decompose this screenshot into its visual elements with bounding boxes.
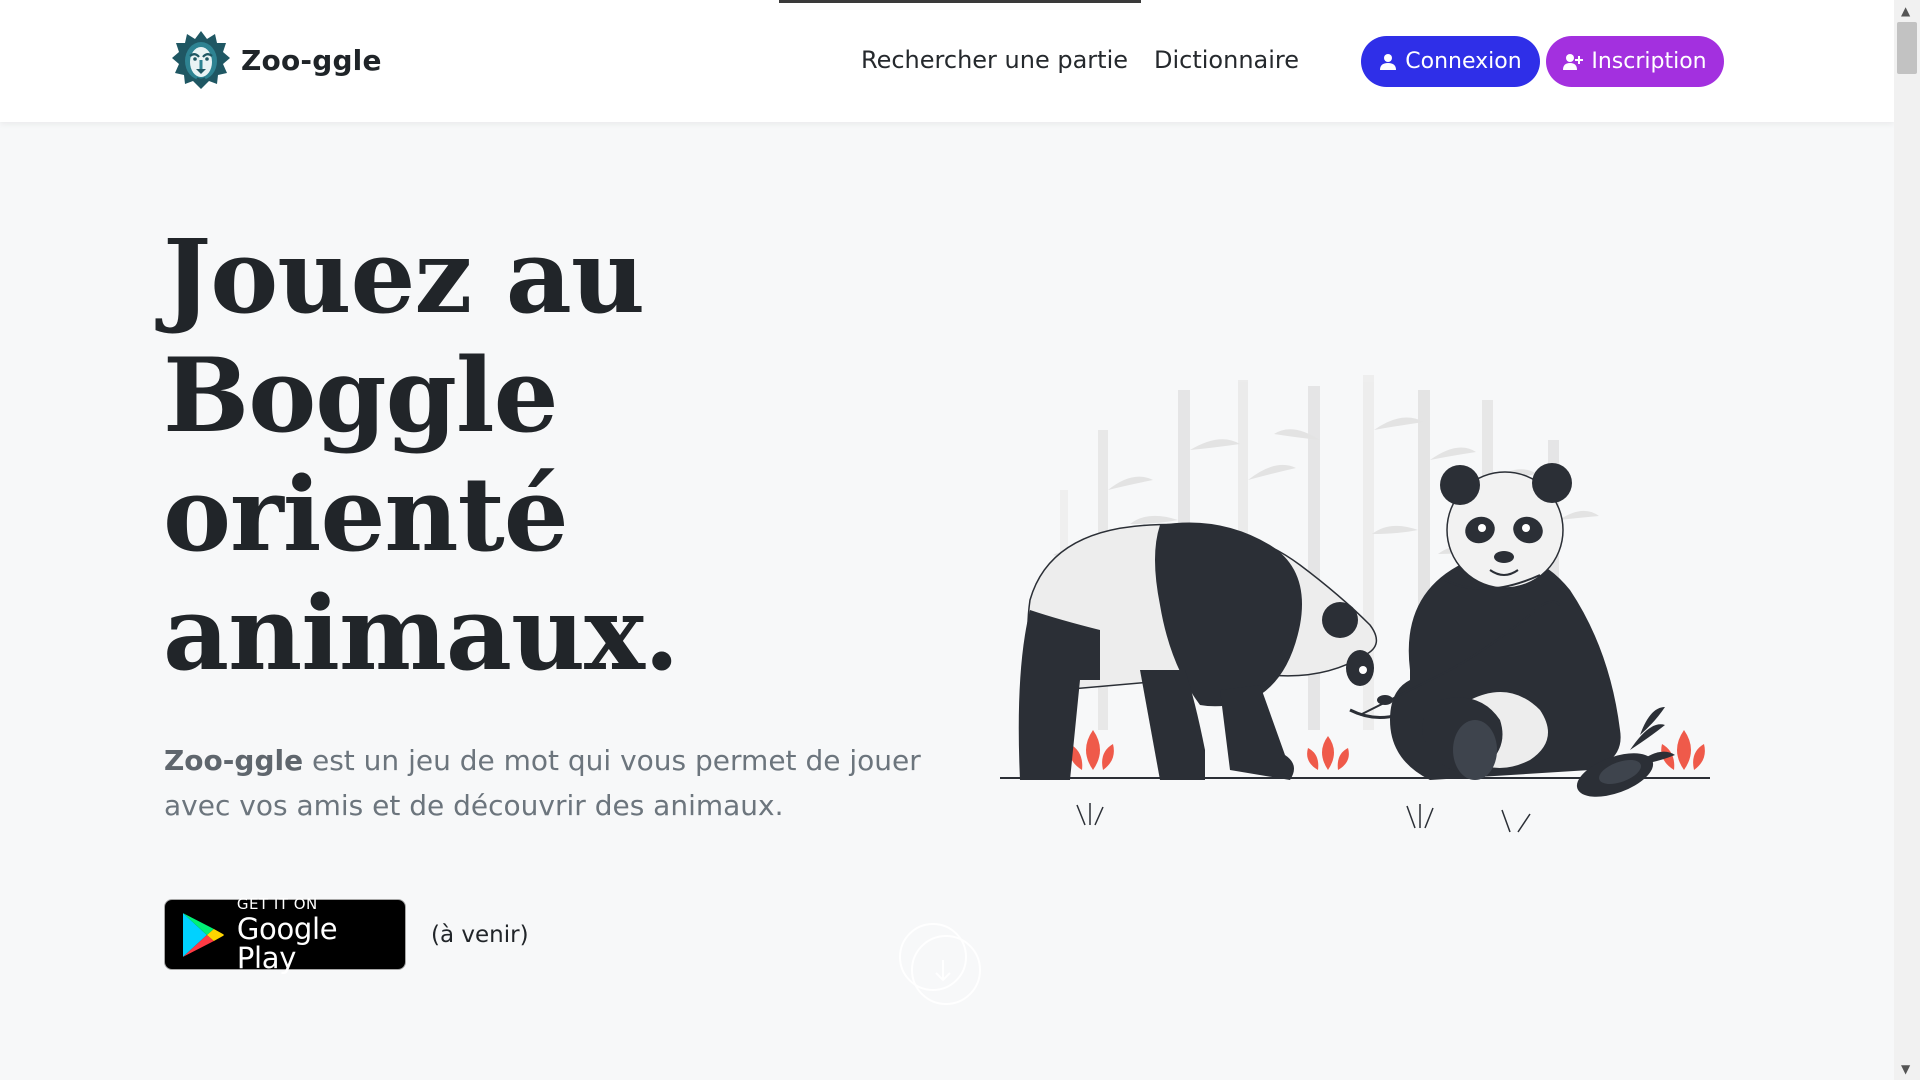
signup-label: Inscription [1591, 49, 1707, 74]
user-plus-icon [1563, 53, 1584, 70]
login-label: Connexion [1405, 49, 1522, 74]
page-scrollbar[interactable]: ▲ ▼ [1894, 0, 1920, 1080]
nav-dictionary[interactable]: Dictionnaire [1154, 46, 1299, 74]
hero-title: Jouez au Boggle orienté animaux. [163, 217, 680, 694]
scroll-up-icon[interactable]: ▲ [1901, 4, 1910, 18]
coming-soon-note: (à venir) [431, 922, 529, 948]
google-play-badge[interactable]: GET IT ON Google Play [164, 894, 406, 975]
google-play-small-text: GET IT ON [236, 894, 318, 913]
pandas-illustration [1000, 375, 1710, 833]
standing-panda [1018, 522, 1411, 780]
scroll-down-icon[interactable]: ▼ [1901, 1062, 1910, 1076]
google-play-big-text: Google Play [236, 911, 338, 975]
user-icon [1380, 53, 1397, 70]
scrollbar-thumb[interactable] [1897, 22, 1917, 74]
page-load-progress [779, 0, 1141, 3]
hero-description: Zoo-ggle est un jeu de mot qui vous perm… [164, 738, 924, 828]
scroll-down-hint-icon[interactable] [898, 922, 986, 1010]
nav-search-game[interactable]: Rechercher une partie [861, 46, 1128, 74]
hero-brand-name: Zoo-ggle [164, 744, 304, 777]
login-button[interactable]: Connexion [1361, 36, 1540, 87]
top-navbar: Zoo-ggle Rechercher une partie Dictionna… [0, 0, 1894, 122]
lion-icon [172, 31, 230, 89]
brand-name: Zoo-ggle [241, 43, 382, 77]
google-play-icon [182, 912, 224, 957]
signup-button[interactable]: Inscription [1546, 36, 1724, 87]
google-play-text: GET IT ON Google Play [236, 894, 405, 975]
sitting-panda [1390, 463, 1654, 797]
brand-home-link[interactable]: Zoo-ggle [171, 29, 382, 91]
